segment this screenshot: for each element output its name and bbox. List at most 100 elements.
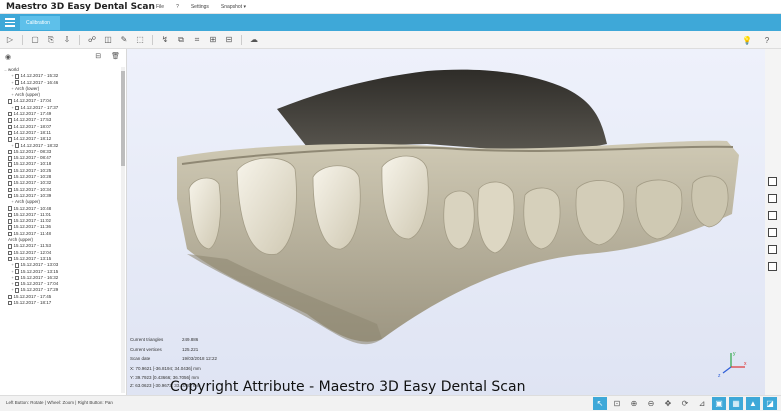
tab-calibration[interactable]: Calibration — [20, 16, 60, 30]
toolbar-right: 💡? — [741, 34, 773, 46]
menu-snapshot-label: Snapshot — [220, 3, 243, 10]
document-icon — [8, 244, 12, 249]
texture-icon[interactable]: ◪ — [763, 397, 777, 410]
document-icon — [8, 111, 12, 117]
toolbar-separator — [79, 34, 80, 45]
view-right-icon[interactable] — [768, 228, 777, 237]
edit-icon[interactable]: ✎ — [118, 34, 130, 46]
save-icon[interactable]: ▢ — [29, 34, 41, 46]
hamburger-menu-icon[interactable] — [5, 18, 15, 27]
document-icon — [8, 225, 12, 230]
menu-help[interactable]: ? — [176, 4, 179, 10]
scene-tree-header: ◉ ⊟ 🗑 — [0, 49, 126, 65]
wireframe-icon[interactable]: ▦ — [729, 397, 743, 410]
document-icon — [15, 80, 19, 85]
document-icon — [15, 105, 19, 111]
bbox-x: X: 70.9621 [-36.8194; 34.0436] mm — [130, 366, 201, 371]
document-icon — [8, 206, 12, 211]
document-icon — [15, 281, 19, 287]
status-bar: Left Button: Rotate | Wheel: Zoom | Righ… — [0, 395, 781, 411]
tree-icon[interactable]: ☍ — [86, 34, 98, 46]
axis-z-label: z — [718, 373, 721, 379]
scan-date-value: 19/03/2018 12:22 — [182, 356, 218, 361]
crop-icon[interactable]: ⌗ — [191, 34, 203, 46]
menu-snapshot[interactable]: Snapshot ▾ — [221, 4, 246, 10]
vertices-value: 125.221 — [182, 346, 199, 352]
main-toolbar: ▷ ▢ ⎘ ⇩ ☍ ◫ ✎ ⬚ ↯ ⧉ ⌗ ⊞ ⊟ ☁ 💡? — [0, 31, 781, 49]
document-icon — [8, 174, 12, 180]
3d-viewport[interactable]: y x z Current triangles 249.886 Current v… — [127, 49, 765, 395]
document-icon — [8, 124, 12, 130]
scan-date-label: Scan date — [130, 356, 151, 361]
menu-bar: File ? Settings Snapshot ▾ — [156, 4, 246, 10]
rotate-icon[interactable]: ⟳ — [678, 397, 692, 410]
menu-settings[interactable]: Settings — [191, 4, 209, 10]
axis-y-label: y — [733, 351, 736, 357]
lasso-icon[interactable]: ↯ — [159, 34, 171, 46]
align-icon[interactable]: ⊟ — [223, 34, 235, 46]
screenshot-icon[interactable]: ▣ — [712, 397, 726, 410]
document-icon — [8, 149, 12, 155]
view-top-icon[interactable] — [768, 245, 777, 254]
tree-item-label: 15.12.2017 - 18:17 — [13, 299, 52, 305]
title-bar: Maestro 3D Easy Dental Scan File ? Setti… — [0, 0, 781, 14]
document-icon — [8, 256, 12, 262]
document-icon — [15, 269, 19, 274]
merge-icon[interactable]: ⊞ — [207, 34, 219, 46]
document-icon — [8, 99, 12, 104]
menu-file[interactable]: File — [156, 4, 164, 10]
view-bottom-icon[interactable] — [768, 262, 777, 271]
triangles-value: 249.886 — [182, 337, 199, 342]
cube-view-icon[interactable]: ◫ — [102, 34, 114, 46]
view-left-icon[interactable] — [768, 211, 777, 220]
measure-icon[interactable]: ⊿ — [695, 397, 709, 410]
view-back-icon[interactable] — [768, 194, 777, 203]
zoom-fit-icon[interactable]: ⊡ — [610, 397, 624, 410]
toolbar-separator — [22, 34, 23, 45]
scan-info-panel: Current triangles 249.886 Current vertice… — [130, 335, 270, 364]
bulb-icon[interactable]: 💡 — [741, 34, 753, 46]
zoom-in-icon[interactable]: ⊕ — [627, 397, 641, 410]
scene-tree: – world +14.12.2017 - 15:32 +14.12.2017 - 1… — [0, 67, 120, 306]
select-icon[interactable]: ⬚ — [134, 34, 146, 46]
document-icon — [15, 74, 19, 79]
document-icon — [15, 275, 19, 281]
play-icon[interactable]: ▷ — [4, 34, 16, 46]
help-icon[interactable]: ? — [761, 34, 773, 46]
import-icon[interactable]: ⎘ — [45, 34, 57, 46]
document-icon — [8, 219, 12, 224]
axis-x-label: x — [744, 361, 747, 367]
export-icon[interactable]: ⇩ — [61, 34, 73, 46]
document-icon — [8, 294, 12, 300]
collapse-icon[interactable]: ⊟ — [95, 52, 101, 60]
pan-icon[interactable]: ✥ — [661, 397, 675, 410]
document-icon — [8, 137, 12, 142]
scene-tree-panel: ◉ ⊟ 🗑 – world +14.12.2017 - 15:32 +14.12.20… — [0, 49, 127, 395]
solid-icon[interactable]: ▲ — [746, 397, 760, 410]
document-icon — [15, 288, 19, 293]
document-icon — [8, 250, 12, 255]
document-icon — [15, 143, 19, 148]
copy-icon[interactable]: ⧉ — [175, 34, 187, 46]
document-icon — [8, 156, 12, 161]
pointer-icon[interactable]: ↖ — [593, 397, 607, 410]
cloud-icon[interactable]: ☁ — [248, 34, 260, 46]
document-icon — [8, 187, 12, 193]
chevron-down-icon: ▾ — [243, 3, 246, 10]
scrollbar-thumb[interactable] — [121, 71, 125, 166]
eye-icon[interactable]: ◉ — [5, 53, 11, 61]
copyright-watermark: Copyright Attribute - Maestro 3D Easy De… — [170, 379, 526, 395]
document-icon — [8, 181, 12, 186]
document-icon — [8, 168, 12, 174]
delete-icon[interactable]: 🗑 — [111, 52, 120, 60]
tree-scrollbar[interactable] — [121, 67, 125, 393]
toolbar-separator — [241, 34, 242, 45]
vertices-label: Current vertices — [130, 346, 162, 352]
document-icon — [8, 212, 12, 218]
zoom-out-icon[interactable]: ⊖ — [644, 397, 658, 410]
triangles-label: Current triangles — [130, 337, 164, 342]
tree-item[interactable]: 15.12.2017 - 18:17 — [0, 300, 120, 306]
document-icon — [8, 162, 12, 167]
document-icon — [8, 231, 12, 237]
view-front-icon[interactable] — [768, 177, 777, 186]
